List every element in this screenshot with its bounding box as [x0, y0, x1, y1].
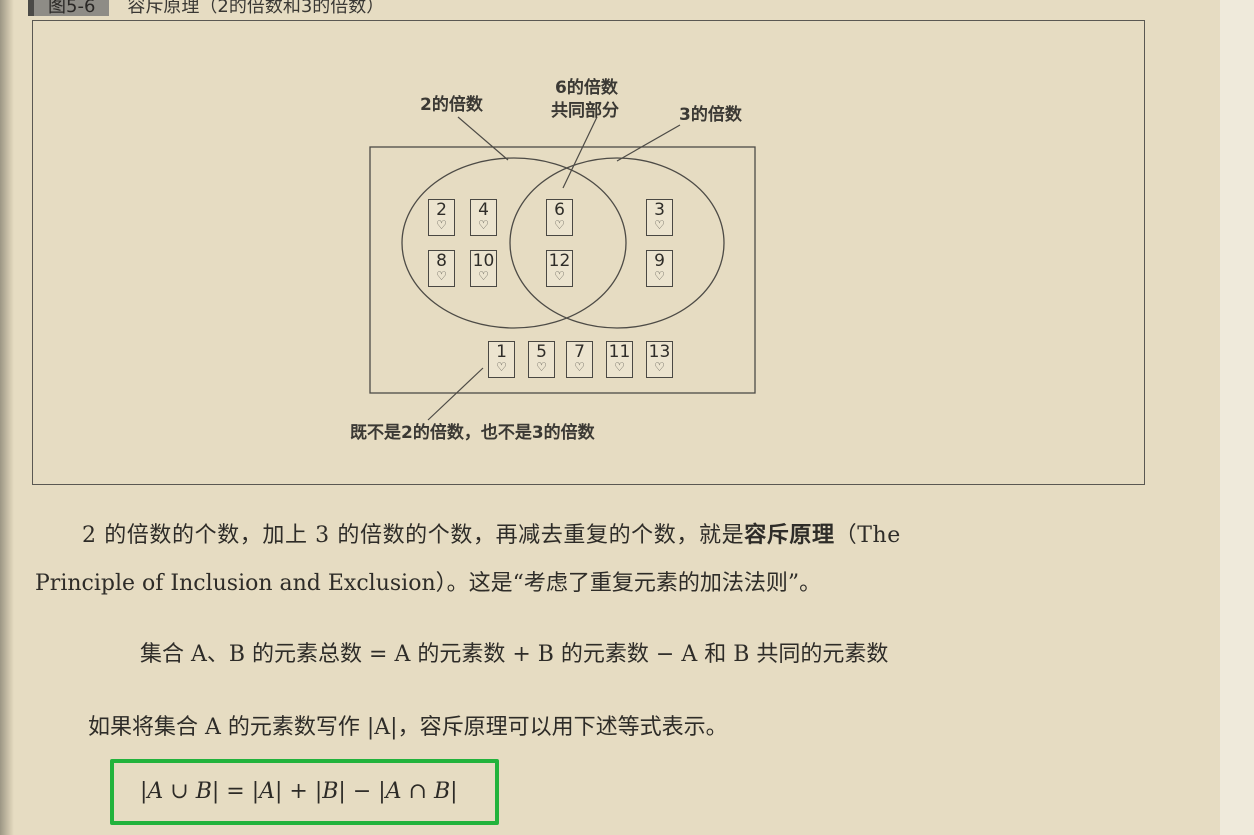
card-number: 11 [608, 342, 631, 362]
card-neither: 1 ♡ [488, 341, 515, 378]
heart-icon: ♡ [554, 269, 565, 283]
card-number: 13 [648, 342, 671, 362]
card-number: 2 [436, 200, 447, 220]
card-2-only: 8 ♡ [428, 250, 455, 287]
heart-icon: ♡ [436, 218, 447, 232]
highlighted-formula-box: |A ∪ B| = |A| + |B| − |A ∩ B| [110, 759, 499, 825]
leader-line-6 [562, 116, 598, 189]
card-neither: 13 ♡ [646, 341, 673, 378]
heart-icon: ♡ [536, 360, 547, 374]
paragraph-1-text: 2 的倍数的个数，加上 3 的倍数的个数，再减去重复的个数，就是 [82, 523, 745, 548]
heart-icon: ♡ [654, 218, 665, 232]
card-number: 1 [496, 342, 507, 362]
heart-icon: ♡ [436, 269, 447, 283]
card-2-only: 10 ♡ [470, 250, 497, 287]
card-2-only: 4 ♡ [470, 199, 497, 236]
card-2-only: 2 ♡ [428, 199, 455, 236]
heart-icon: ♡ [478, 269, 489, 283]
heart-icon: ♡ [614, 360, 625, 374]
card-number: 12 [548, 251, 571, 271]
word-formula: 集合 A、B 的元素总数 = A 的元素数 + B 的元素数 − A 和 B 共… [140, 642, 889, 667]
label-multiples-of-6: 6的倍数 [555, 78, 618, 98]
label-common-part: 共同部分 [551, 101, 619, 121]
card-number: 3 [654, 200, 665, 220]
heart-icon: ♡ [554, 218, 565, 232]
card-neither: 11 ♡ [606, 341, 633, 378]
card-both: 12 ♡ [546, 250, 573, 287]
card-neither: 5 ♡ [528, 341, 555, 378]
card-number: 5 [536, 342, 547, 362]
term-inclusion-exclusion: 容斥原理 [744, 523, 835, 548]
leader-line-neither [427, 367, 484, 421]
paragraph-1-line-2: Principle of Inclusion and Exclusion）。这是… [35, 571, 822, 596]
heart-icon: ♡ [574, 360, 585, 374]
card-3-only: 3 ♡ [646, 199, 673, 236]
card-number: 7 [574, 342, 585, 362]
label-neither: 既不是2的倍数，也不是3的倍数 [350, 423, 595, 443]
card-number: 8 [436, 251, 447, 271]
leader-line-2 [457, 116, 509, 161]
heart-icon: ♡ [496, 360, 507, 374]
paragraph-1-text-end: （The [834, 523, 901, 548]
card-number: 9 [654, 251, 665, 271]
card-3-only: 9 ♡ [646, 250, 673, 287]
leader-line-3 [616, 124, 681, 162]
card-number: 10 [472, 251, 495, 271]
card-number: 4 [478, 200, 489, 220]
heart-icon: ♡ [654, 360, 665, 374]
card-number: 6 [554, 200, 565, 220]
set-3-circle [509, 157, 725, 329]
card-both: 6 ♡ [546, 199, 573, 236]
inclusion-exclusion-equation: |A ∪ B| = |A| + |B| − |A ∩ B| [140, 779, 458, 804]
paragraph-1-line-1: 2 的倍数的个数，加上 3 的倍数的个数，再减去重复的个数，就是容斥原理（The [82, 517, 901, 549]
heart-icon: ♡ [654, 269, 665, 283]
label-multiples-of-3: 3的倍数 [679, 105, 742, 125]
label-multiples-of-2: 2的倍数 [420, 95, 483, 115]
paragraph-2: 如果将集合 A 的元素数写作 |A|，容斥原理可以用下述等式表示。 [88, 715, 728, 740]
set-2-circle [401, 157, 627, 329]
heart-icon: ♡ [478, 218, 489, 232]
card-neither: 7 ♡ [566, 341, 593, 378]
